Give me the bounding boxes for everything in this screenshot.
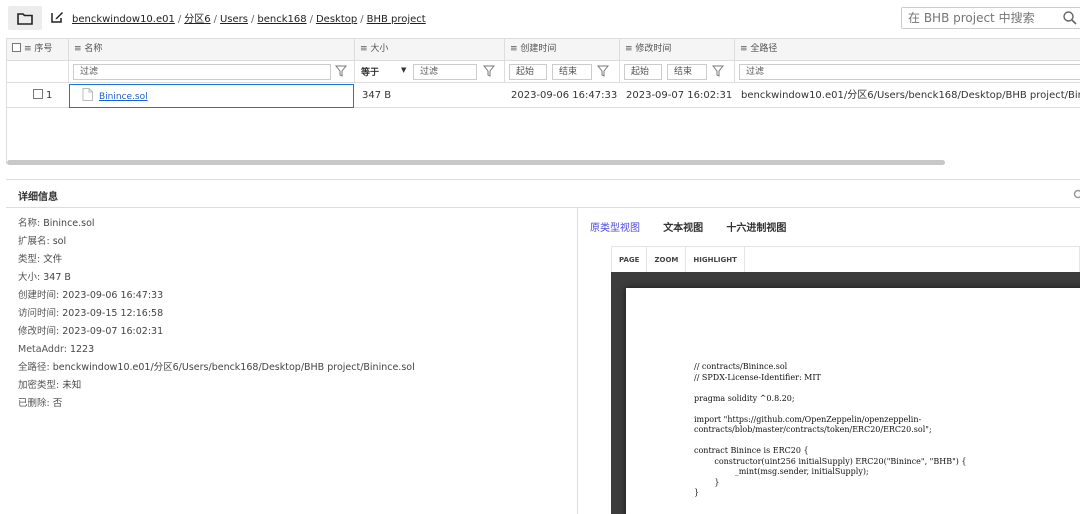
breadcrumb-item[interactable]: Users [220,14,248,25]
funnel-icon[interactable] [483,65,495,77]
prop-accessed: 访问时间: 2023-09-15 12:16:58 [18,308,164,319]
filter-name-cell: 过滤 [69,61,355,83]
filter-created-cell: 起始 结束 [505,61,620,83]
row-index-cell: 1 [27,84,67,108]
viewer-tabs: 原类型视图 文本视图 十六进制视图 [590,219,806,234]
size-operator-select[interactable]: 等于 [361,65,379,78]
filter-modified-cell: 起始 结束 [620,61,735,83]
folder-icon[interactable] [8,6,42,30]
details-header: 详细信息 [6,179,1080,208]
details-title: 详细信息 [18,192,58,203]
row-checkbox[interactable] [33,89,43,99]
prop-name: 名称: Binince.sol [18,218,95,229]
breadcrumb-item[interactable]: 分区6 [184,14,210,25]
table-row[interactable]: 1 Binince.sol 347 B 2023-09-06 16:47:33 … [7,84,1080,108]
prop-encryption: 加密类型: 未知 [18,380,82,391]
panel-divider[interactable] [577,208,578,514]
modified-end-input[interactable]: 结束 [667,64,707,80]
tab-hex-view[interactable]: 十六进制视图 [726,223,786,234]
viewer-toolbar: PAGE ZOOM HIGHLIGHT [611,246,1080,273]
row-modified-cell: 2023-09-07 16:02:31 [626,90,733,101]
select-all-checkbox[interactable] [12,43,21,52]
properties-list: 名称: Binince.sol 扩展名: sol 类型: 文件 大小: 347 … [18,215,415,413]
created-end-input[interactable]: 结束 [552,64,592,80]
file-table: ≡ 序号 ≡ 名称 ≡ 大小 ≡ 创建时间 ≡ 修改时间 ≡ 全路径 过滤 等于… [6,38,1080,165]
filter-size-input[interactable]: 过滤 [413,64,477,80]
breadcrumb-item[interactable]: BHB project [367,14,426,25]
filter-size-cell: 等于 ▼ 过滤 [355,61,505,83]
tab-text-view[interactable]: 文本视图 [663,223,703,234]
search-icon[interactable] [1062,10,1078,26]
table-header: ≡ 序号 ≡ 名称 ≡ 大小 ≡ 创建时间 ≡ 修改时间 ≡ 全路径 [7,39,1080,61]
header-modified[interactable]: ≡ 修改时间 [620,39,735,61]
row-path-cell: benckwindow10.e01/分区6/Users/benck168/Des… [741,90,1080,101]
breadcrumb-item[interactable]: benckwindow10.e01 [72,14,175,25]
document-code: // contracts/Binince.sol // SPDX-License… [694,362,967,497]
highlight-button[interactable]: HIGHLIGHT [686,247,745,273]
search-input[interactable] [902,8,1052,28]
funnel-icon[interactable] [597,65,609,77]
header-index[interactable]: ≡ 序号 [7,39,69,61]
chevron-down-icon[interactable]: ▼ [401,66,406,74]
zoom-button[interactable]: ZOOM [647,247,687,273]
page-button[interactable]: PAGE [612,247,648,273]
edit-icon[interactable] [48,8,66,26]
header-created[interactable]: ≡ 创建时间 [505,39,620,61]
prop-metaaddr: MetaAddr: 1223 [18,344,95,355]
filter-name-input[interactable]: 过滤 [73,64,331,80]
prop-modified: 修改时间: 2023-09-07 16:02:31 [18,326,164,337]
prop-full-path: 全路径: benckwindow10.e01/分区6/Users/benck16… [18,362,415,373]
horizontal-scrollbar[interactable] [7,160,945,165]
gear-icon[interactable] [1072,188,1080,200]
modified-start-input[interactable]: 起始 [624,64,662,80]
prop-deleted: 已删除: 否 [18,398,63,409]
prop-size: 大小: 347 B [18,272,71,283]
breadcrumb-item[interactable]: Desktop [316,14,357,25]
prop-type: 类型: 文件 [18,254,63,265]
file-icon [82,88,93,101]
row-created-cell: 2023-09-06 16:47:33 [511,90,618,101]
header-size[interactable]: ≡ 大小 [355,39,505,61]
filter-path-cell: 过滤 [735,61,1080,83]
toolbar: benckwindow10.e01/分区6/Users / benck168/Des… [0,0,1080,36]
breadcrumb-item[interactable]: benck168 [257,14,306,25]
row-name-cell[interactable]: Binince.sol [69,84,354,108]
filter-path-input[interactable]: 过滤 [739,64,1080,80]
prop-created: 创建时间: 2023-09-06 16:47:33 [18,290,164,301]
search-box [901,7,1080,29]
funnel-icon[interactable] [335,65,347,77]
funnel-icon[interactable] [712,65,724,77]
file-name-link[interactable]: Binince.sol [99,92,148,102]
breadcrumb: benckwindow10.e01/分区6/Users / benck168/Des… [72,14,426,25]
created-start-input[interactable]: 起始 [509,64,547,80]
header-path[interactable]: ≡ 全路径 [735,39,1080,61]
tab-native-view[interactable]: 原类型视图 [590,223,640,234]
filter-index-cell [7,61,69,83]
filter-row: 过滤 等于 ▼ 过滤 起始 结束 起始 结束 过滤 [7,61,1080,83]
prop-extension: 扩展名: sol [18,236,67,247]
row-size-cell: 347 B [362,90,392,101]
header-name[interactable]: ≡ 名称 [69,39,355,61]
